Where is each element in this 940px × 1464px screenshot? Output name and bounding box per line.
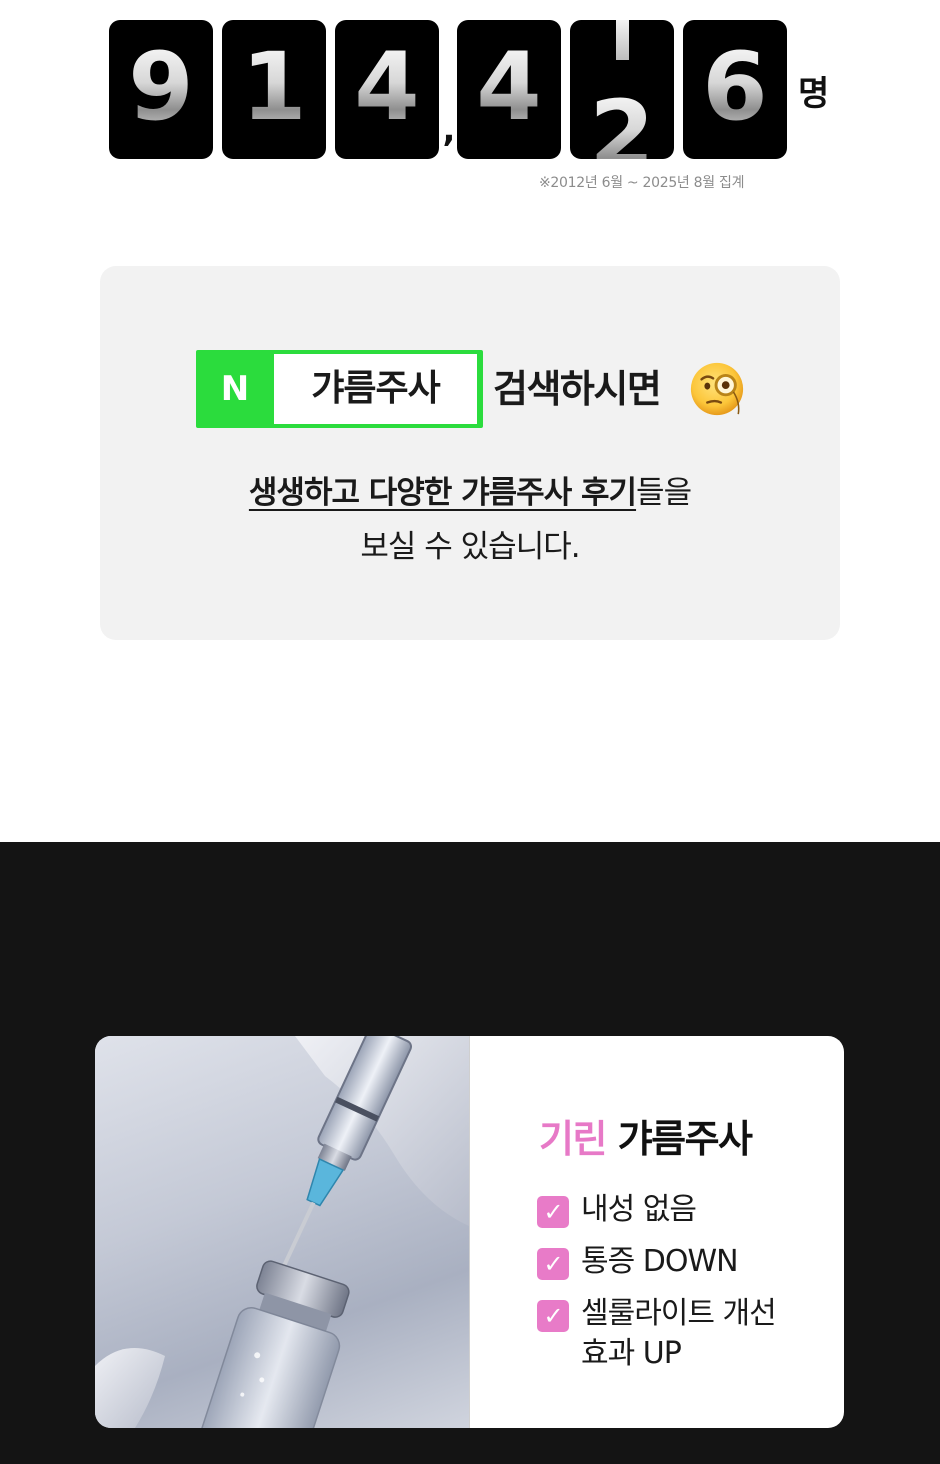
face-with-monocle-icon xyxy=(690,362,744,416)
description-after-highlight: 들을 xyxy=(636,475,692,511)
counter-digit-tile-rolling: 2 xyxy=(570,20,674,159)
rolling-digit-fragment xyxy=(616,20,629,60)
counter-unit: 명 xyxy=(798,74,830,114)
feature-text: 셀룰라이트 개선 xyxy=(581,1296,777,1331)
counter-digit-tile: 4 xyxy=(335,20,439,159)
product-title: 기린 갸름주사 xyxy=(539,1108,753,1163)
check-icon: ✓ xyxy=(537,1248,569,1280)
product-brand: 기린 xyxy=(539,1117,607,1161)
counter-digit-tile: 4 xyxy=(457,20,561,159)
counter-digit-tile: 1 xyxy=(222,20,326,159)
naver-logo-icon: N xyxy=(220,369,250,409)
search-description: 생생하고 다양한 갸름주사 후기들을 보실 수 있습니다. xyxy=(100,466,840,574)
thousands-separator: , xyxy=(442,110,456,150)
counter-digit: 2 xyxy=(570,82,674,160)
counter-digit-tile: 6 xyxy=(683,20,787,159)
feature-text: 효과 UP xyxy=(581,1336,682,1371)
feature-text: 통증 DOWN xyxy=(581,1244,739,1279)
counter-digit: 4 xyxy=(335,34,439,142)
search-guide-card: N 갸름주사 검색하시면 생생하고 다양한 갸름주사 후기들을 보실 수 있습니… xyxy=(100,266,840,640)
product-info: 기린 갸름주사 ✓ 내성 없음 ✓ 통증 DOWN ✓ 셀룰라이트 개선 효과 … xyxy=(469,1036,844,1428)
counter-digit: 4 xyxy=(457,34,561,142)
counter-section: 9 1 4 , 4 2 6 명 ※2012년 6월 ~ 2025년 8월 집계 … xyxy=(0,0,940,842)
search-instruction: 검색하시면 xyxy=(493,367,662,411)
product-name: 갸름주사 xyxy=(617,1117,753,1161)
counter-digit: 1 xyxy=(222,34,326,142)
naver-search-row: N 갸름주사 검색하시면 xyxy=(196,350,756,430)
description-line-2: 보실 수 있습니다. xyxy=(360,529,580,565)
check-icon: ✓ xyxy=(537,1300,569,1332)
check-icon: ✓ xyxy=(537,1196,569,1228)
search-keyword: 갸름주사 xyxy=(274,354,477,424)
counter-digit: 6 xyxy=(683,34,787,142)
product-card: 기린 갸름주사 ✓ 내성 없음 ✓ 통증 DOWN ✓ 셀룰라이트 개선 효과 … xyxy=(95,1036,844,1428)
counter-digit-tile: 9 xyxy=(109,20,213,159)
description-line-1: 생생하고 다양한 갸름주사 후기들을 xyxy=(100,466,840,520)
syringe-illustration xyxy=(95,1036,469,1428)
naver-search-box: N 갸름주사 xyxy=(196,350,483,428)
counter-digit: 9 xyxy=(109,34,213,142)
feature-text: 내성 없음 xyxy=(581,1192,697,1227)
syringe-vial-image xyxy=(95,1036,470,1428)
period-note: ※2012년 6월 ~ 2025년 8월 집계 xyxy=(539,175,745,191)
product-section: 기린 갸름주사 ✓ 내성 없음 ✓ 통증 DOWN ✓ 셀룰라이트 개선 효과 … xyxy=(0,842,940,1464)
review-highlight: 생생하고 다양한 갸름주사 후기 xyxy=(248,475,637,511)
